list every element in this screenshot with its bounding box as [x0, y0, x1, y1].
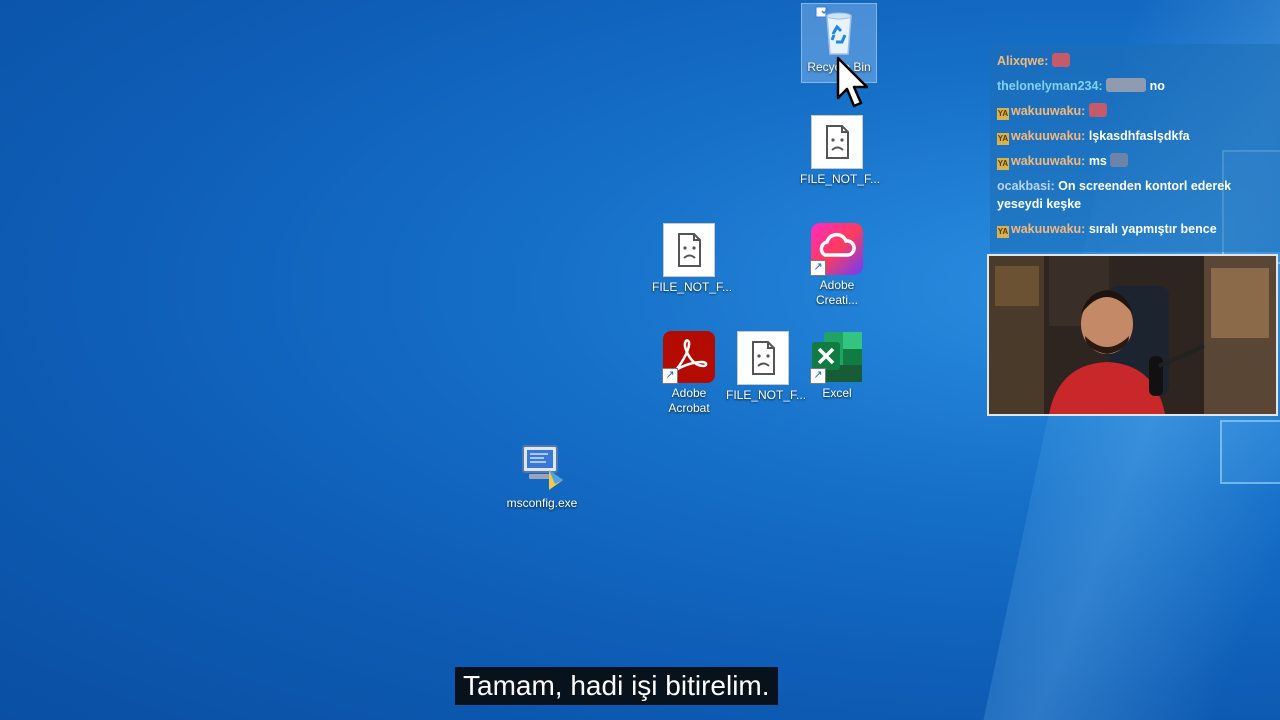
- chat-username: wakuuwaku:: [1011, 222, 1086, 236]
- desktop-icon-file-not-found[interactable]: FILE_NOT_F...: [800, 116, 881, 187]
- desktop-icon-excel[interactable]: ↗ Excel: [800, 330, 874, 401]
- desktop-icon-adobe-creative-cloud[interactable]: ↗ Adobe Creati...: [800, 222, 874, 308]
- broken-file-icon: [810, 116, 864, 170]
- icon-label: Adobe Acrobat: [668, 386, 710, 415]
- msconfig-icon: [515, 440, 569, 494]
- chat-text: lşkasdhfaslşdkfa: [1088, 129, 1190, 143]
- icon-label: FILE_NOT_F...: [726, 388, 807, 402]
- icon-label: FILE_NOT_F...: [652, 280, 733, 294]
- desktop-icon-adobe-acrobat[interactable]: ↗ Adobe Acrobat: [652, 330, 726, 416]
- broken-file-icon: [736, 332, 790, 386]
- chat-message: ocakbasi: On screenden kontorl ederek ye…: [997, 177, 1275, 213]
- creative-cloud-icon: ↗: [810, 222, 864, 276]
- chat-username: thelonelyman234:: [997, 79, 1103, 93]
- streamer-webcam-icon: [989, 256, 1276, 414]
- recycle-bin-icon: [812, 4, 866, 58]
- chat-message: YA wakuuwaku:: [997, 102, 1275, 120]
- chat-message: YA wakuuwaku: ms: [997, 152, 1275, 170]
- video-subtitle: Tamam, hadi işi bitirelim.: [455, 667, 778, 705]
- sub-badge-icon: YA: [997, 133, 1009, 145]
- sub-badge-icon: YA: [997, 108, 1009, 120]
- chat-username: Alixqwe:: [997, 54, 1049, 68]
- excel-icon: ↗: [810, 330, 864, 384]
- sub-badge-icon: YA: [997, 158, 1009, 170]
- icon-label: msconfig.exe: [506, 496, 578, 510]
- sub-badge-icon: YA: [997, 226, 1009, 238]
- emote-icon: [1110, 153, 1129, 167]
- shortcut-arrow-icon: ↗: [662, 368, 678, 384]
- emote-icon: [1088, 103, 1107, 117]
- chat-text: no: [1149, 79, 1165, 93]
- emote-icon: [1106, 78, 1147, 92]
- chat-text: sıralı yapmıştır bence: [1088, 222, 1217, 236]
- shortcut-arrow-icon: ↗: [810, 368, 826, 384]
- chat-username: wakuuwaku:: [1011, 129, 1086, 143]
- desktop-icon-file-not-found[interactable]: FILE_NOT_F...: [652, 224, 733, 295]
- acrobat-icon: ↗: [662, 330, 716, 384]
- mouse-pointer-icon: [836, 56, 876, 117]
- chat-text: ms: [1088, 154, 1107, 168]
- chat-message: YA wakuuwaku: lşkasdhfaslşdkfa: [997, 127, 1275, 145]
- chat-username: wakuuwaku:: [1011, 104, 1086, 118]
- shortcut-arrow-icon: ↗: [810, 260, 826, 276]
- broken-file-icon: [662, 224, 716, 278]
- chat-message: YA wakuuwaku: sıralı yapmıştır bence: [997, 220, 1275, 238]
- stream-chat-overlay: Alixqwe: thelonelyman234: no YA wakuuwaku…: [990, 44, 1280, 252]
- emote-icon: [1051, 53, 1070, 67]
- icon-label: FILE_NOT_F...: [800, 172, 881, 186]
- chat-username: ocakbasi:: [997, 179, 1055, 193]
- wallpaper-window-pane: [1220, 420, 1280, 484]
- desktop-icon-msconfig[interactable]: msconfig.exe: [505, 440, 579, 511]
- icon-label: Adobe Creati...: [815, 278, 858, 307]
- chat-username: wakuuwaku:: [1011, 154, 1086, 168]
- chat-message: Alixqwe:: [997, 52, 1275, 70]
- chat-message: thelonelyman234: no: [997, 77, 1275, 95]
- icon-label: Excel: [822, 386, 852, 400]
- desktop-icon-file-not-found[interactable]: FILE_NOT_F...: [726, 332, 807, 403]
- webcam-overlay: [987, 254, 1278, 416]
